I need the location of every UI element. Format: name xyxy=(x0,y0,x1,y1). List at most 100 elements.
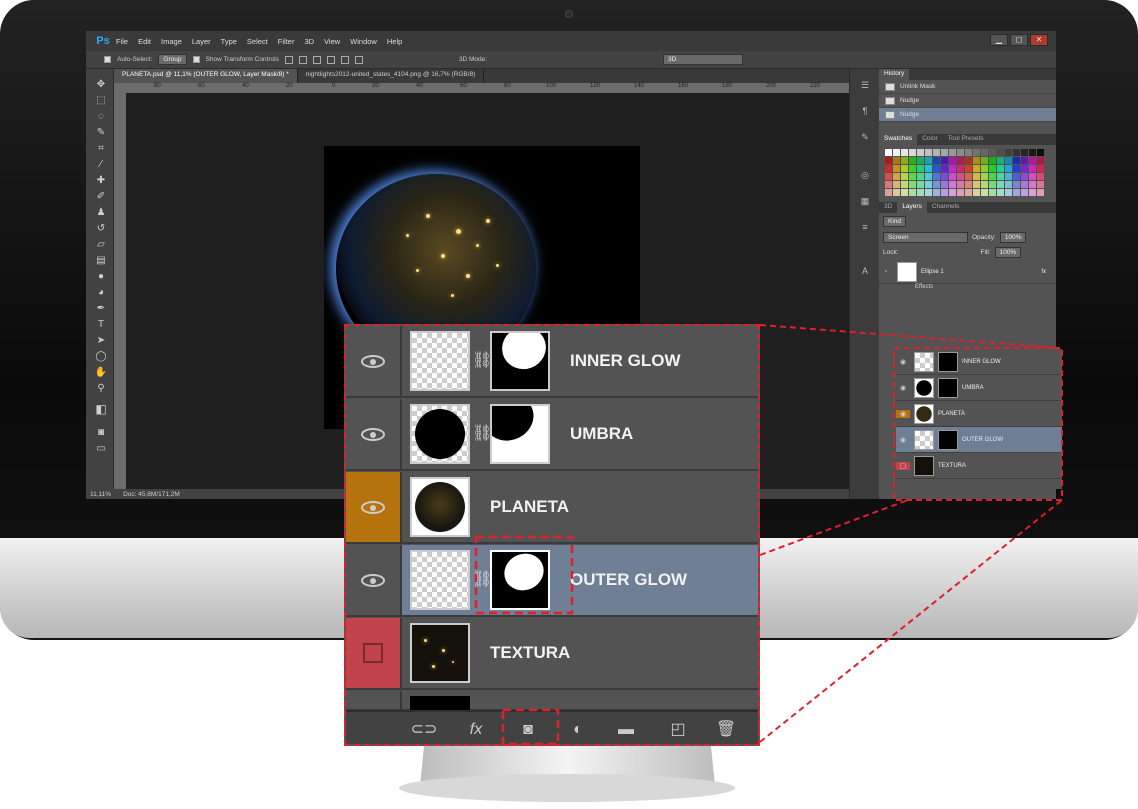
swatch[interactable] xyxy=(933,157,940,164)
swatch[interactable] xyxy=(1021,149,1028,156)
brush-tool-icon[interactable]: ✐ xyxy=(94,191,108,203)
swatch[interactable] xyxy=(933,189,940,196)
swatch[interactable] xyxy=(1013,189,1020,196)
visibility-off-icon[interactable]: ▢ xyxy=(896,461,910,470)
swatch[interactable] xyxy=(917,189,924,196)
tab-swatches[interactable]: Swatches xyxy=(879,134,918,145)
layer-mask-thumbnail[interactable] xyxy=(490,331,550,391)
swatch[interactable] xyxy=(941,181,948,188)
swatch[interactable] xyxy=(1029,189,1036,196)
swatch[interactable] xyxy=(1029,149,1036,156)
swatch[interactable] xyxy=(941,149,948,156)
fx-icon[interactable]: fx xyxy=(462,718,490,742)
swatch[interactable] xyxy=(909,173,916,180)
swatch[interactable] xyxy=(957,157,964,164)
dodge-tool-icon[interactable]: ◕ xyxy=(94,287,108,299)
new-group-icon[interactable]: ▬ xyxy=(612,718,640,742)
swatch[interactable] xyxy=(885,165,892,172)
close-button[interactable]: ✕ xyxy=(1030,34,1048,46)
swatch[interactable] xyxy=(941,165,948,172)
swatch[interactable] xyxy=(901,157,908,164)
swatch[interactable] xyxy=(933,181,940,188)
opacity-input[interactable]: 100% xyxy=(999,232,1027,243)
crop-tool-icon[interactable]: ⌗ xyxy=(94,143,108,155)
minimize-button[interactable]: ▁ xyxy=(990,34,1008,46)
path-select-icon[interactable]: ➤ xyxy=(94,335,108,347)
swatch[interactable] xyxy=(901,181,908,188)
character-icon[interactable]: A xyxy=(859,265,871,277)
swatch[interactable] xyxy=(957,181,964,188)
swatch[interactable] xyxy=(1037,189,1044,196)
swatch[interactable] xyxy=(893,149,900,156)
menu-image[interactable]: Image xyxy=(161,37,182,46)
zoom-level[interactable]: 11,11% xyxy=(90,491,111,498)
layer-row-outer-glow[interactable]: ⛓ OUTER GLOW xyxy=(346,545,758,617)
swatch[interactable] xyxy=(1021,165,1028,172)
swatch[interactable] xyxy=(893,157,900,164)
swatch[interactable] xyxy=(997,149,1004,156)
swatch[interactable] xyxy=(925,173,932,180)
tab-tool-presets[interactable]: Tool Presets xyxy=(943,134,989,145)
swatch[interactable] xyxy=(885,173,892,180)
layer-row-partial[interactable] xyxy=(346,691,758,711)
visibility-toggle[interactable] xyxy=(346,691,402,709)
auto-select-checkbox[interactable] xyxy=(104,56,111,63)
swatch[interactable] xyxy=(957,173,964,180)
adjustments-icon[interactable]: ◎ xyxy=(859,169,871,181)
color-swatches-icon[interactable]: ◧ xyxy=(94,403,108,415)
swatch[interactable] xyxy=(917,157,924,164)
swatch[interactable] xyxy=(973,189,980,196)
swatch[interactable] xyxy=(1005,165,1012,172)
swatch[interactable] xyxy=(893,165,900,172)
swatch[interactable] xyxy=(893,181,900,188)
history-panel-icon[interactable]: ☰ xyxy=(859,79,871,91)
transform-controls-checkbox[interactable] xyxy=(192,56,200,63)
swatch[interactable] xyxy=(957,189,964,196)
brush-presets-icon[interactable]: ✎ xyxy=(859,131,871,143)
swatch[interactable] xyxy=(941,173,948,180)
layer-row-ellipse[interactable]: ▫ Ellipse 1 fx xyxy=(879,260,1056,284)
eye-icon[interactable]: ◉ xyxy=(896,409,910,418)
swatch[interactable] xyxy=(1013,173,1020,180)
layer-row-inner-glow[interactable]: ⛓ INNER GLOW xyxy=(346,326,758,398)
swatch[interactable] xyxy=(925,165,932,172)
type-tool-icon[interactable]: T xyxy=(94,319,108,331)
swatch[interactable] xyxy=(997,157,1004,164)
swatch[interactable] xyxy=(997,165,1004,172)
swatch[interactable] xyxy=(1005,157,1012,164)
menu-3d[interactable]: 3D xyxy=(304,37,314,46)
link-layers-icon[interactable]: ⊂⊃ xyxy=(410,718,438,742)
swatch[interactable] xyxy=(1005,149,1012,156)
swatch[interactable] xyxy=(981,157,988,164)
menu-select[interactable]: Select xyxy=(247,37,268,46)
swatch[interactable] xyxy=(1005,181,1012,188)
swatch[interactable] xyxy=(909,157,916,164)
ellipse-tool-icon[interactable]: ◯ xyxy=(94,351,108,363)
marquee-tool-icon[interactable]: ⬚ xyxy=(94,95,108,107)
swatch[interactable] xyxy=(1037,157,1044,164)
swatch[interactable] xyxy=(917,173,924,180)
swatch[interactable] xyxy=(917,149,924,156)
tab-color[interactable]: Color xyxy=(917,134,943,145)
blend-mode-dropdown[interactable]: Screen xyxy=(883,232,968,243)
kind-filter[interactable]: Kind xyxy=(883,216,907,227)
swatch[interactable] xyxy=(965,157,972,164)
tab-channels[interactable]: Channels xyxy=(927,202,964,213)
align-left-icon[interactable] xyxy=(326,55,335,64)
swatch[interactable] xyxy=(989,181,996,188)
swatch[interactable] xyxy=(981,189,988,196)
swatch[interactable] xyxy=(901,189,908,196)
swatch[interactable] xyxy=(989,189,996,196)
layer-row-umbra[interactable]: ⛓ UMBRA xyxy=(346,399,758,471)
layer-row-textura[interactable]: TEXTURA xyxy=(346,618,758,690)
visibility-toggle[interactable] xyxy=(346,545,402,615)
swatch[interactable] xyxy=(909,149,916,156)
tab-3d[interactable]: 3D xyxy=(879,202,897,213)
add-layer-mask-icon[interactable]: ◙ xyxy=(514,718,542,742)
swatch[interactable] xyxy=(973,165,980,172)
mini-layer-planeta[interactable]: ◉ PLANETA xyxy=(896,401,1062,427)
align-middle-icon[interactable] xyxy=(298,55,307,64)
swatch[interactable] xyxy=(1013,181,1020,188)
stamp-tool-icon[interactable]: ♟ xyxy=(94,207,108,219)
properties-icon[interactable]: ≡ xyxy=(859,221,871,233)
